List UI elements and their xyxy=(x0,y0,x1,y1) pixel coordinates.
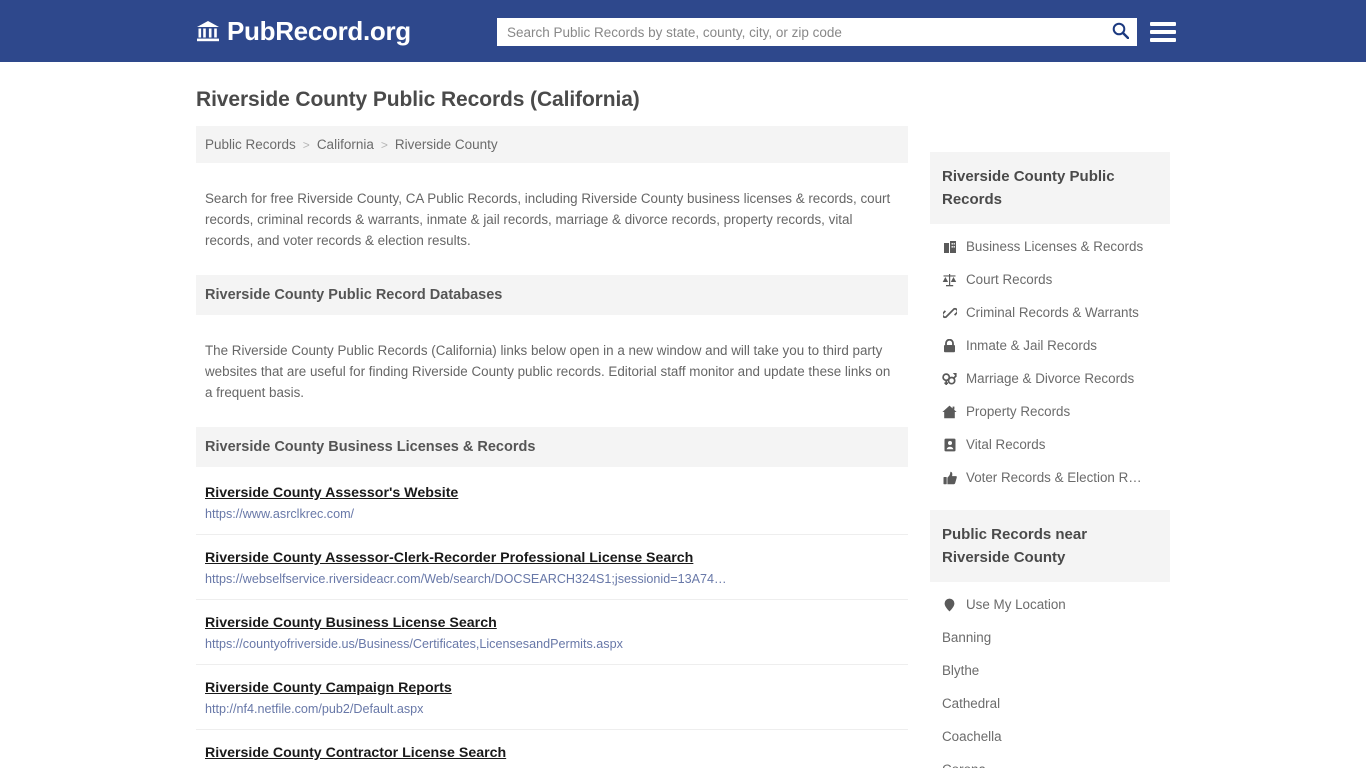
databases-heading: Riverside County Public Record Databases xyxy=(196,274,908,315)
breadcrumb-separator: > xyxy=(302,137,310,152)
sidebar-item-inmate-jail-records[interactable]: Inmate & Jail Records xyxy=(930,329,1170,362)
sidebar-item-cathedral[interactable]: Cathedral xyxy=(930,687,1170,720)
list-item: Riverside County Assessor-Clerk-Recorder… xyxy=(196,535,908,600)
sidebar-item-label: Coachella xyxy=(942,729,1002,744)
sidebar-item-criminal-records[interactable]: Criminal Records & Warrants xyxy=(930,296,1170,329)
sidebar-item-label: Marriage & Divorce Records xyxy=(966,371,1135,386)
hamburger-menu-icon xyxy=(1150,22,1176,26)
sidebar-item-corona[interactable]: Corona xyxy=(930,753,1170,768)
sidebar-item-banning[interactable]: Banning xyxy=(930,621,1170,654)
id-card-icon xyxy=(942,438,957,452)
sidebar-item-label: Business Licenses & Records xyxy=(966,239,1144,254)
breadcrumb-separator: > xyxy=(380,137,388,152)
home-icon xyxy=(942,405,957,419)
sidebar-card-nearby-heading: Public Records near Riverside County xyxy=(930,510,1170,582)
record-link-title[interactable]: Riverside County Assessor-Clerk-Recorder… xyxy=(205,550,693,566)
sidebar-item-business-licenses[interactable]: Business Licenses & Records xyxy=(930,230,1170,263)
breadcrumb-item-riverside-county: Riverside County xyxy=(394,137,498,152)
record-link-url[interactable]: https://webselfservice.riversideacr.com/… xyxy=(205,572,805,586)
sidebar-item-label: Criminal Records & Warrants xyxy=(966,305,1139,320)
search-bar xyxy=(497,18,1137,46)
sidebar-item-label: Blythe xyxy=(942,663,980,678)
sidebar-card-nearby: Public Records near Riverside County Use… xyxy=(930,510,1170,768)
site-header: PubRecord.org xyxy=(0,0,1366,62)
sidebar-item-marriage-divorce-records[interactable]: Marriage & Divorce Records xyxy=(930,362,1170,395)
hamburger-menu-icon xyxy=(1150,38,1176,42)
main-content: Public Records > California > Riverside … xyxy=(196,126,908,768)
sidebar-item-coachella[interactable]: Coachella xyxy=(930,720,1170,753)
sidebar-item-label: Court Records xyxy=(966,272,1053,287)
lock-icon xyxy=(942,338,957,353)
record-link-title[interactable]: Riverside County Contractor License Sear… xyxy=(205,745,506,761)
record-link-url[interactable]: http://nf4.netfile.com/pub2/Default.aspx xyxy=(205,702,805,716)
site-logo-text: PubRecord.org xyxy=(227,15,411,46)
intro-paragraph: Search for free Riverside County, CA Pub… xyxy=(205,191,891,249)
handcuffs-icon xyxy=(942,306,957,320)
bank-icon xyxy=(196,20,220,42)
list-item: Riverside County Business License Search… xyxy=(196,600,908,665)
hamburger-menu-icon xyxy=(1150,30,1176,34)
site-logo[interactable]: PubRecord.org xyxy=(196,16,411,47)
search-input[interactable] xyxy=(497,18,1103,46)
sidebar-item-voter-records[interactable]: Voter Records & Election R… xyxy=(930,461,1170,494)
sidebar-item-court-records[interactable]: Court Records xyxy=(930,263,1170,296)
page-container: Riverside County Public Records (Califor… xyxy=(0,88,1366,768)
sidebar: Riverside County Public Records Business… xyxy=(930,152,1170,768)
breadcrumb: Public Records > California > Riverside … xyxy=(196,126,908,163)
list-item: Riverside County Campaign Reports http:/… xyxy=(196,665,908,730)
sidebar-item-use-my-location[interactable]: Use My Location xyxy=(930,588,1170,621)
sidebar-item-blythe[interactable]: Blythe xyxy=(930,654,1170,687)
sidebar-item-property-records[interactable]: Property Records xyxy=(930,395,1170,428)
sidebar-item-label: Property Records xyxy=(966,404,1071,419)
map-marker-icon xyxy=(942,598,957,612)
sidebar-item-label: Voter Records & Election R… xyxy=(966,470,1142,485)
sidebar-item-label: Cathedral xyxy=(942,696,1001,711)
business-section-heading: Riverside County Business Licenses & Rec… xyxy=(196,426,908,467)
breadcrumb-item-california[interactable]: California xyxy=(317,137,374,152)
briefcase-icon xyxy=(942,240,957,254)
sidebar-card-records-heading: Riverside County Public Records xyxy=(930,152,1170,224)
record-link-title[interactable]: Riverside County Business License Search xyxy=(205,615,497,631)
search-icon xyxy=(1112,22,1129,42)
hamburger-menu-button[interactable] xyxy=(1150,18,1176,46)
databases-description: The Riverside County Public Records (Cal… xyxy=(205,343,891,401)
venus-mars-icon xyxy=(942,372,957,386)
thumbs-up-icon xyxy=(942,471,957,485)
sidebar-item-label: Use My Location xyxy=(966,597,1066,612)
sidebar-card-records: Riverside County Public Records Business… xyxy=(930,152,1170,494)
business-links-list: Riverside County Assessor's Website http… xyxy=(196,469,908,768)
balance-scale-icon xyxy=(942,273,957,287)
sidebar-item-label: Corona xyxy=(942,762,986,768)
breadcrumb-item-public-records[interactable]: Public Records xyxy=(205,137,296,152)
list-item: Riverside County Assessor's Website http… xyxy=(196,469,908,535)
search-button[interactable] xyxy=(1103,18,1137,46)
record-link-title[interactable]: Riverside County Campaign Reports xyxy=(205,680,452,696)
sidebar-item-label: Inmate & Jail Records xyxy=(966,338,1097,353)
sidebar-item-label: Banning xyxy=(942,630,992,645)
sidebar-item-vital-records[interactable]: Vital Records xyxy=(930,428,1170,461)
record-link-url[interactable]: https://countyofriverside.us/Business/Ce… xyxy=(205,637,805,651)
record-link-url[interactable]: https://www.asrclkrec.com/ xyxy=(205,507,805,521)
list-item: Riverside County Contractor License Sear… xyxy=(196,730,908,768)
page-title: Riverside County Public Records (Califor… xyxy=(196,88,640,111)
sidebar-item-label: Vital Records xyxy=(966,437,1046,452)
record-link-title[interactable]: Riverside County Assessor's Website xyxy=(205,485,458,501)
